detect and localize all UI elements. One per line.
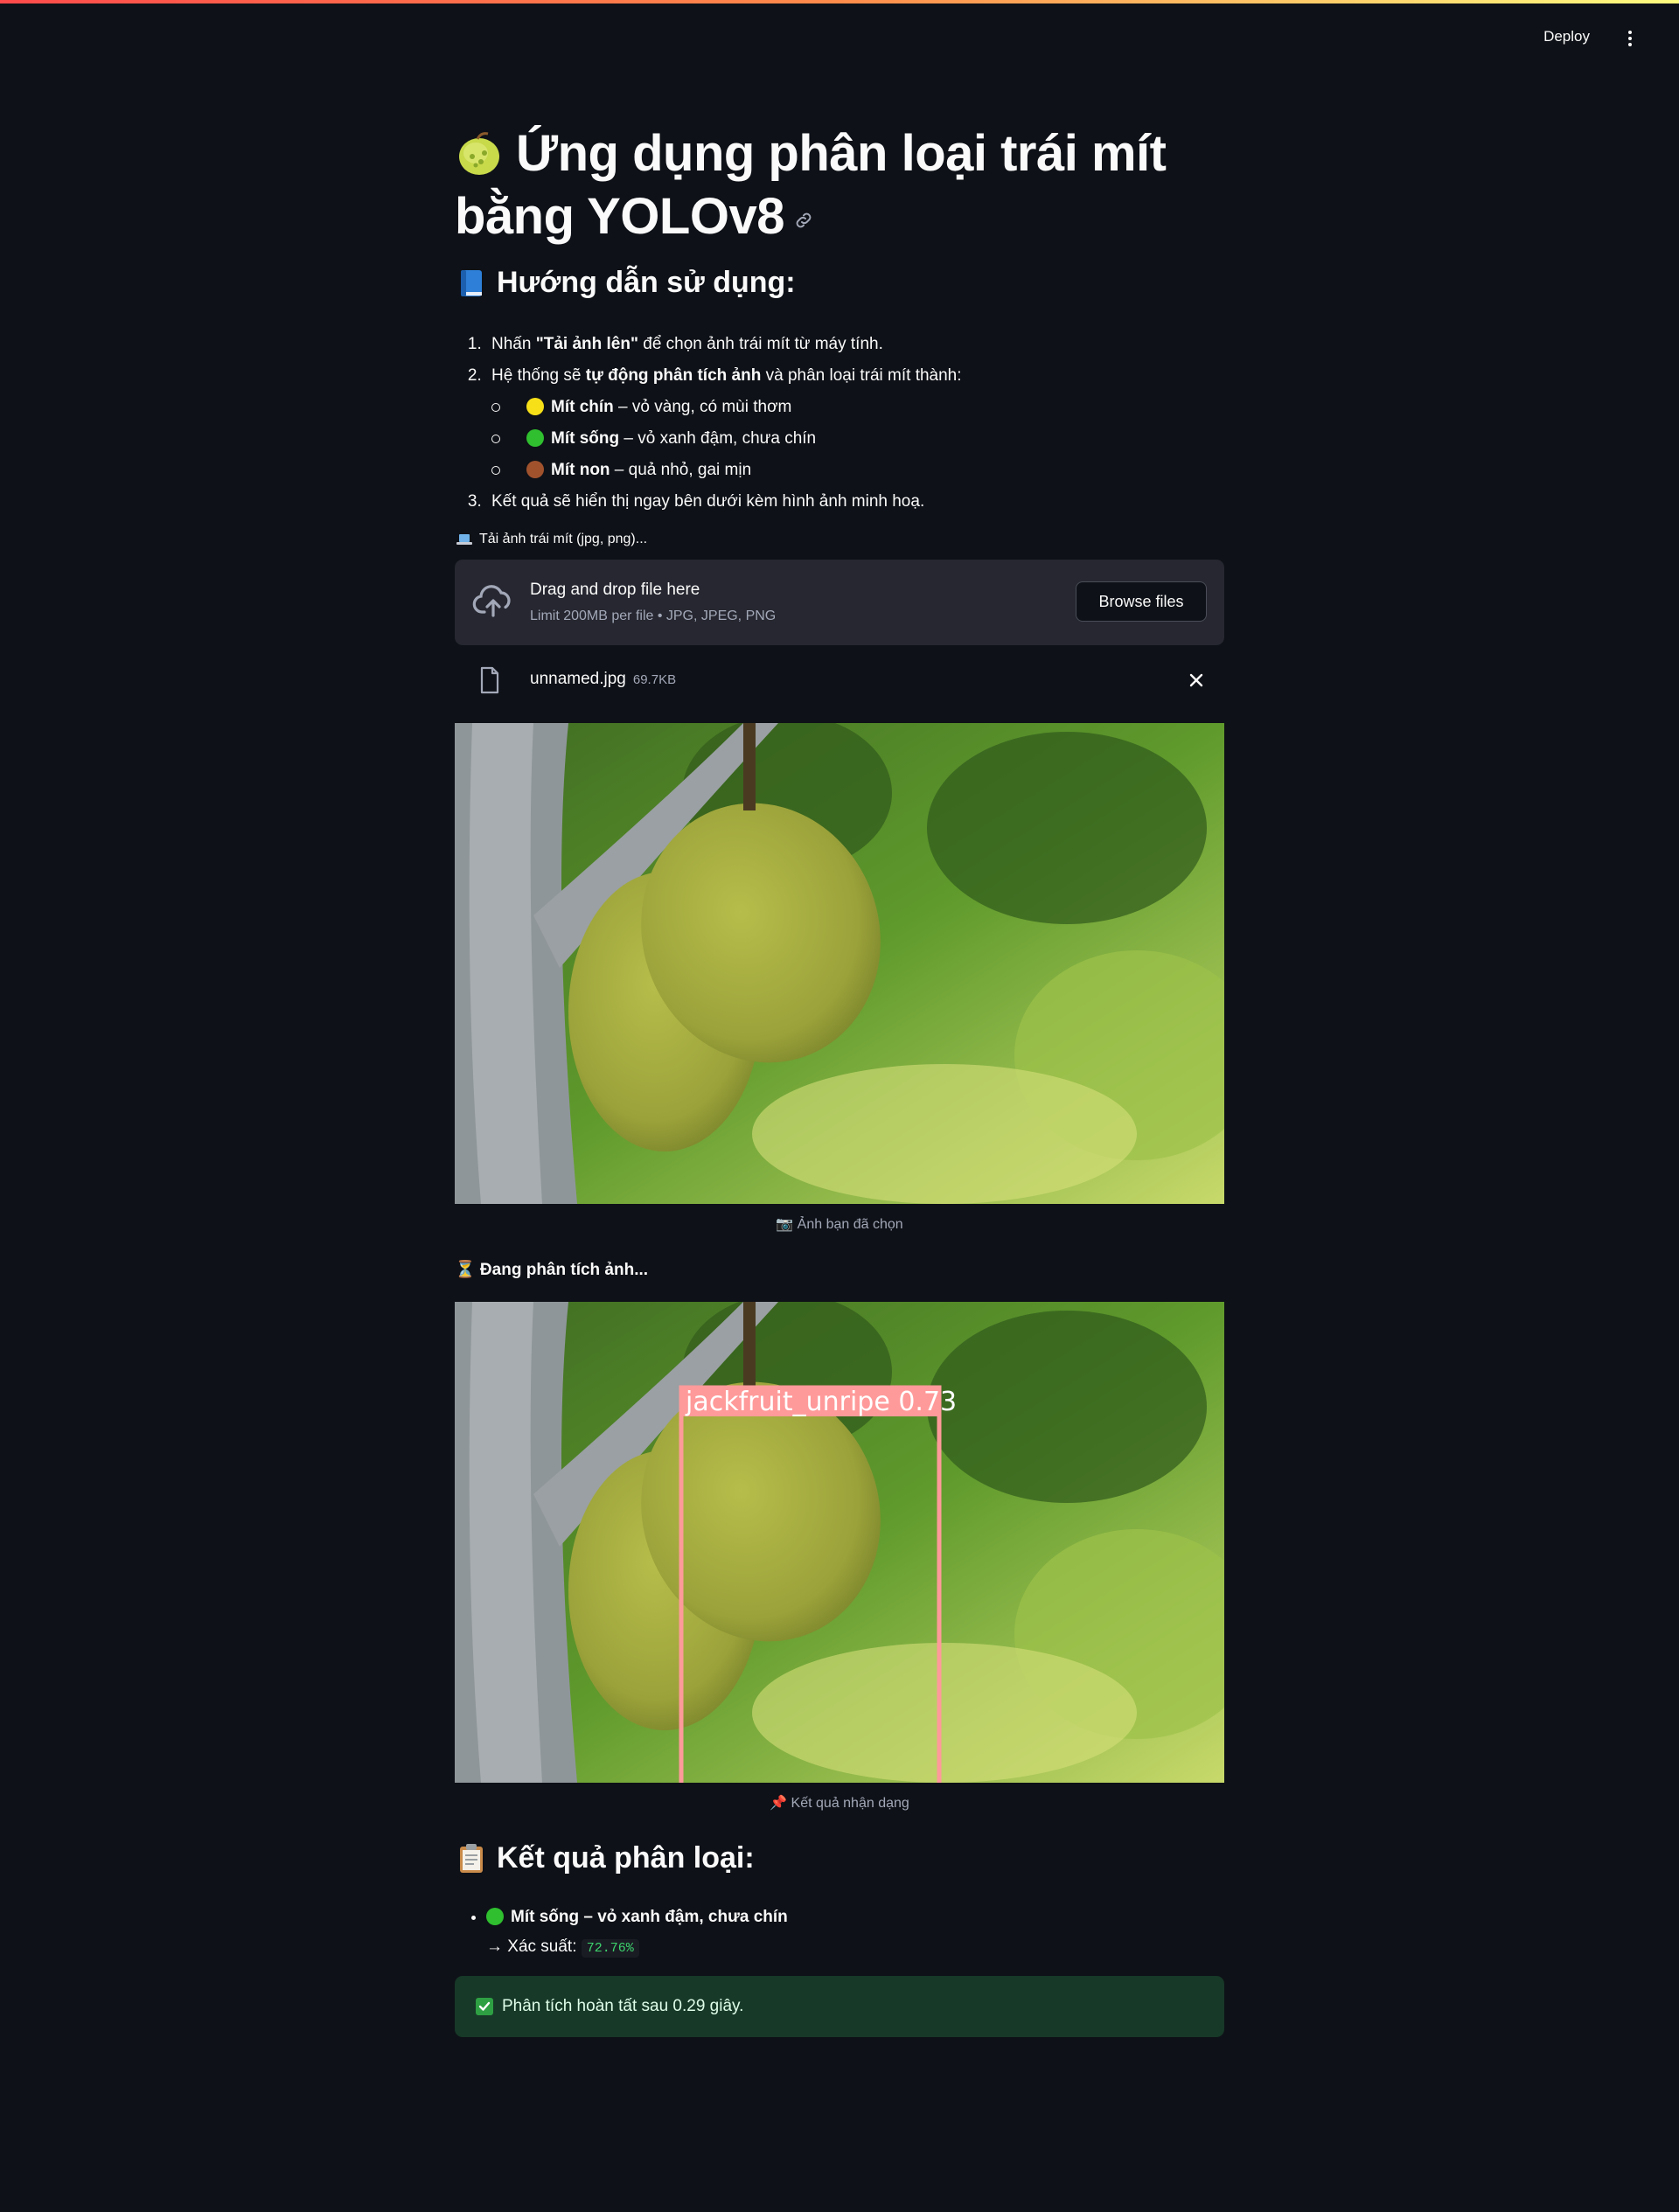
uploader-label: Tải ảnh trái mít (jpg, png)... (456, 532, 647, 547)
step-2: Hệ thống sẽ tự động phân tích ảnh và phâ… (486, 360, 1221, 486)
guide-heading: Hướng dẫn sử dụng: (458, 266, 796, 300)
probability-line: → Xác suất: 72.76% (486, 1932, 788, 1964)
image-caption: 📷 Ảnh bạn đã chọn (776, 1217, 903, 1232)
instruction-list: Nhấn "Tải ảnh lên" để chọn ảnh trái mít … (455, 329, 1221, 518)
deploy-button[interactable]: Deploy (1543, 28, 1590, 45)
class-item-unripe: Mít sống – vỏ xanh đậm, chưa chín (491, 423, 1221, 455)
file-dropzone[interactable]: Drag and drop file here Limit 200MB per … (455, 560, 1224, 645)
class-item-young: Mít non – quả nhỏ, gai mịn (491, 455, 1221, 486)
success-alert: Phân tích hoàn tất sau 0.29 giây. (455, 1976, 1224, 2037)
class-name: Mít sống (551, 429, 620, 448)
result-heading-text: Kết quả phân loại: (497, 1841, 755, 1875)
vertical-ellipsis-icon[interactable] (1620, 28, 1641, 49)
bullet-icon (491, 403, 500, 412)
step-2-pre: Hệ thống sẽ (491, 366, 586, 385)
melon-icon (459, 132, 499, 175)
class-desc: – quả nhỏ, gai mịn (610, 461, 752, 479)
step-3: Kết quả sẽ hiển thị ngay bên dưới kèm hì… (486, 486, 1221, 518)
probability-label: → Xác suất: (486, 1937, 577, 1956)
uploaded-image (455, 723, 1224, 1204)
dropzone-title: Drag and drop file here (530, 581, 700, 599)
yellow-circle-icon (526, 398, 544, 415)
uploader-label-text: Tải ảnh trái mít (jpg, png)... (479, 532, 648, 546)
dropzone-limits: Limit 200MB per file • JPG, JPEG, PNG (530, 609, 777, 623)
uploaded-file-row: unnamed.jpg 69.7KB (455, 656, 1224, 705)
green-circle-icon (486, 1908, 504, 1925)
page-title: Ứng dụng phân loại trái mít bằng YOLOv8 (455, 122, 1224, 248)
file-size: 69.7KB (632, 672, 677, 687)
brown-circle-icon (526, 461, 544, 478)
result-item: Mít sống – vỏ xanh đậm, chưa chín → Xác … (486, 1902, 788, 1964)
result-heading: Kết quả phân loại: (458, 1841, 755, 1875)
browse-files-button[interactable]: Browse files (1076, 581, 1207, 622)
laptop-icon (456, 534, 472, 545)
cloud-upload-icon (472, 585, 511, 617)
class-desc: – vỏ vàng, có mùi thơm (613, 398, 792, 416)
app-header: Deploy (0, 3, 1679, 75)
class-name: Mít chín (551, 398, 614, 416)
step-2-bold: tự động phân tích ảnh (585, 366, 762, 385)
result-list: Mít sống – vỏ xanh đậm, chưa chín → Xác … (455, 1902, 788, 1964)
probability-value: 72.76% (581, 1939, 639, 1958)
close-icon[interactable] (1188, 671, 1205, 689)
detection-label: jackfruit_unripe 0.73 (685, 1387, 957, 1417)
link-icon[interactable] (793, 210, 814, 231)
file-name-text: unnamed.jpg (530, 670, 626, 688)
step-1-pre: Nhấn (491, 335, 536, 353)
guide-heading-text: Hướng dẫn sử dụng: (497, 266, 796, 299)
class-desc: – vỏ xanh đậm, chưa chín (619, 429, 817, 448)
analyzing-status: ⏳ Đang phân tích ảnh... (455, 1261, 649, 1279)
bullet-icon (491, 466, 500, 475)
blue-book-icon (461, 269, 482, 296)
detection-image: jackfruit_unripe 0.73 (455, 1302, 1224, 1783)
class-name: Mít non (551, 461, 610, 479)
step-1: Nhấn "Tải ảnh lên" để chọn ảnh trái mít … (486, 329, 1221, 360)
step-2-post: và phân loại trái mít thành: (761, 366, 962, 385)
bullet-icon (491, 435, 500, 443)
step-1-post: để chọn ảnh trái mít từ máy tính. (637, 335, 883, 353)
result-image-caption: 📌 Kết quả nhận dạng (770, 1796, 909, 1811)
class-list: Mít chín – vỏ vàng, có mùi thơm Mít sống… (491, 392, 1221, 486)
success-message: Phân tích hoàn tất sau 0.29 giây. (502, 1997, 744, 2015)
result-label: Mít sống – vỏ xanh đậm, chưa chín (511, 1908, 788, 1926)
file-icon (480, 666, 499, 694)
clipboard-icon (460, 1843, 483, 1873)
check-mark-icon (476, 1998, 493, 2015)
green-circle-icon (526, 429, 544, 447)
file-name: unnamed.jpg 69.7KB (530, 670, 676, 689)
class-item-ripe: Mít chín – vỏ vàng, có mùi thơm (491, 392, 1221, 423)
step-1-bold: "Tải ảnh lên" (535, 335, 638, 353)
